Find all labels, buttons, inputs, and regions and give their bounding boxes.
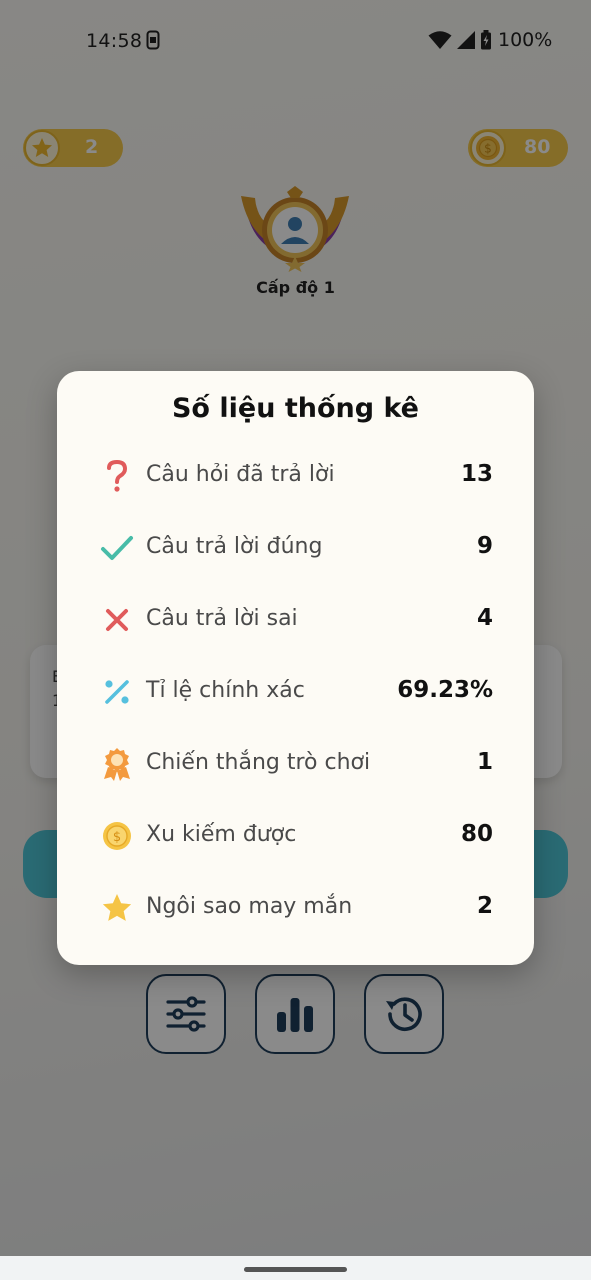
stat-label: Câu trả lời đúng bbox=[146, 534, 323, 559]
stat-row-wrong-answers: Câu trả lời sai 4 bbox=[57, 595, 534, 645]
stat-label: Chiến thắng trò chơi bbox=[146, 750, 371, 775]
statistics-dialog: Số liệu thống kê Câu hỏi đã trả lời 13 C… bbox=[57, 371, 534, 965]
cross-icon bbox=[106, 609, 128, 631]
stat-label: Tỉ lệ chính xác bbox=[146, 678, 305, 703]
stat-label: Câu hỏi đã trả lời bbox=[146, 462, 335, 487]
stat-row-questions-answered: Câu hỏi đã trả lời 13 bbox=[57, 451, 534, 501]
stat-value: 80 bbox=[460, 821, 493, 847]
stat-row-games-won: Chiến thắng trò chơi 1 bbox=[57, 739, 534, 789]
stat-value: 1 bbox=[476, 749, 493, 775]
dialog-title: Số liệu thống kê bbox=[171, 393, 419, 424]
award-icon bbox=[104, 748, 130, 781]
stat-value: 4 bbox=[476, 605, 493, 631]
stat-row-accuracy: Tỉ lệ chính xác 69.23% bbox=[57, 667, 534, 717]
stat-label: Ngôi sao may mắn bbox=[146, 894, 353, 919]
svg-text:$: $ bbox=[113, 830, 121, 845]
check-icon bbox=[101, 536, 133, 560]
percent-icon bbox=[105, 680, 129, 704]
stat-value: 13 bbox=[460, 461, 493, 487]
stat-value: 2 bbox=[476, 893, 493, 919]
stat-label: Xu kiếm được bbox=[146, 822, 297, 847]
question-icon bbox=[107, 459, 128, 492]
stat-value: 69.23% bbox=[397, 677, 493, 703]
star-icon bbox=[102, 894, 132, 921]
stat-row-lucky-stars: Ngôi sao may mắn 2 bbox=[57, 883, 534, 933]
coin-icon: $ bbox=[103, 822, 131, 850]
stat-row-coins-earned: $ Xu kiếm được 80 bbox=[57, 811, 534, 861]
stat-value: 9 bbox=[476, 533, 493, 559]
stat-label: Câu trả lời sai bbox=[146, 606, 298, 631]
stat-row-correct-answers: Câu trả lời đúng 9 bbox=[57, 523, 534, 573]
home-gesture-handle[interactable] bbox=[244, 1267, 347, 1272]
